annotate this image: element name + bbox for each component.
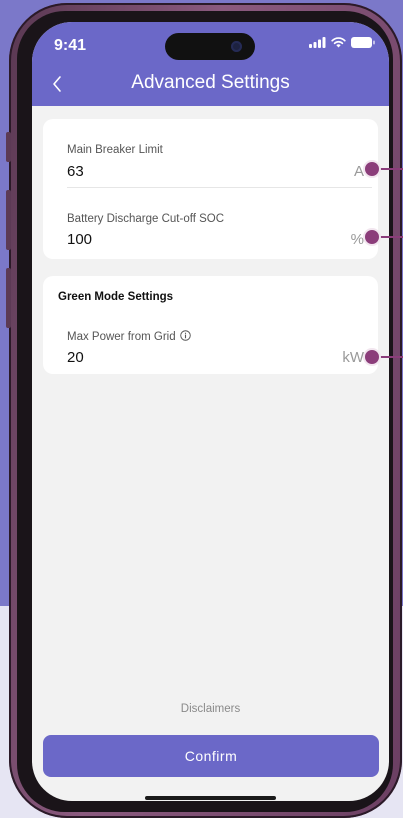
wifi-icon bbox=[331, 37, 346, 48]
settings-card: Main Breaker Limit 63 A Battery Discharg… bbox=[43, 119, 378, 259]
green-mode-section-title: Green Mode Settings bbox=[58, 291, 174, 303]
dynamic-island bbox=[165, 33, 255, 60]
home-indicator bbox=[145, 796, 276, 800]
signal-bars-icon bbox=[309, 37, 326, 48]
main-breaker-limit-input[interactable]: 63 bbox=[67, 163, 84, 180]
max-power-grid-label-row: Max Power from Grid bbox=[67, 330, 191, 343]
phone-side-button bbox=[6, 190, 11, 250]
max-power-grid-unit: kW bbox=[342, 349, 364, 366]
callout-marker bbox=[363, 348, 381, 366]
status-icons bbox=[309, 37, 375, 48]
disclaimers-link[interactable]: Disclaimers bbox=[32, 703, 389, 715]
battery-cutoff-soc-unit: % bbox=[350, 231, 364, 248]
max-power-grid-label: Max Power from Grid bbox=[67, 331, 176, 343]
app-header: 9:41 Advanced Settings bbox=[32, 22, 389, 106]
main-breaker-limit-label: Main Breaker Limit bbox=[67, 144, 163, 156]
callout-marker bbox=[363, 160, 381, 178]
confirm-button[interactable]: Confirm bbox=[43, 735, 379, 777]
page-title: Advanced Settings bbox=[131, 72, 290, 93]
callout-marker bbox=[363, 228, 381, 246]
battery-cutoff-soc-input[interactable]: 100 bbox=[67, 231, 92, 248]
field-divider bbox=[67, 187, 372, 188]
app-screen: 9:41 Advanced Settings Main Breaker Limi… bbox=[32, 22, 389, 801]
green-mode-card: Green Mode Settings Max Power from Grid … bbox=[43, 276, 378, 374]
max-power-grid-input[interactable]: 20 bbox=[67, 349, 84, 366]
status-time: 9:41 bbox=[54, 37, 87, 54]
battery-cutoff-soc-label: Battery Discharge Cut-off SOC bbox=[67, 213, 225, 225]
phone-side-button bbox=[6, 132, 11, 162]
info-circle-icon[interactable] bbox=[179, 330, 191, 341]
phone-side-button bbox=[6, 268, 11, 328]
camera-icon bbox=[231, 41, 242, 52]
battery-icon bbox=[351, 37, 375, 48]
